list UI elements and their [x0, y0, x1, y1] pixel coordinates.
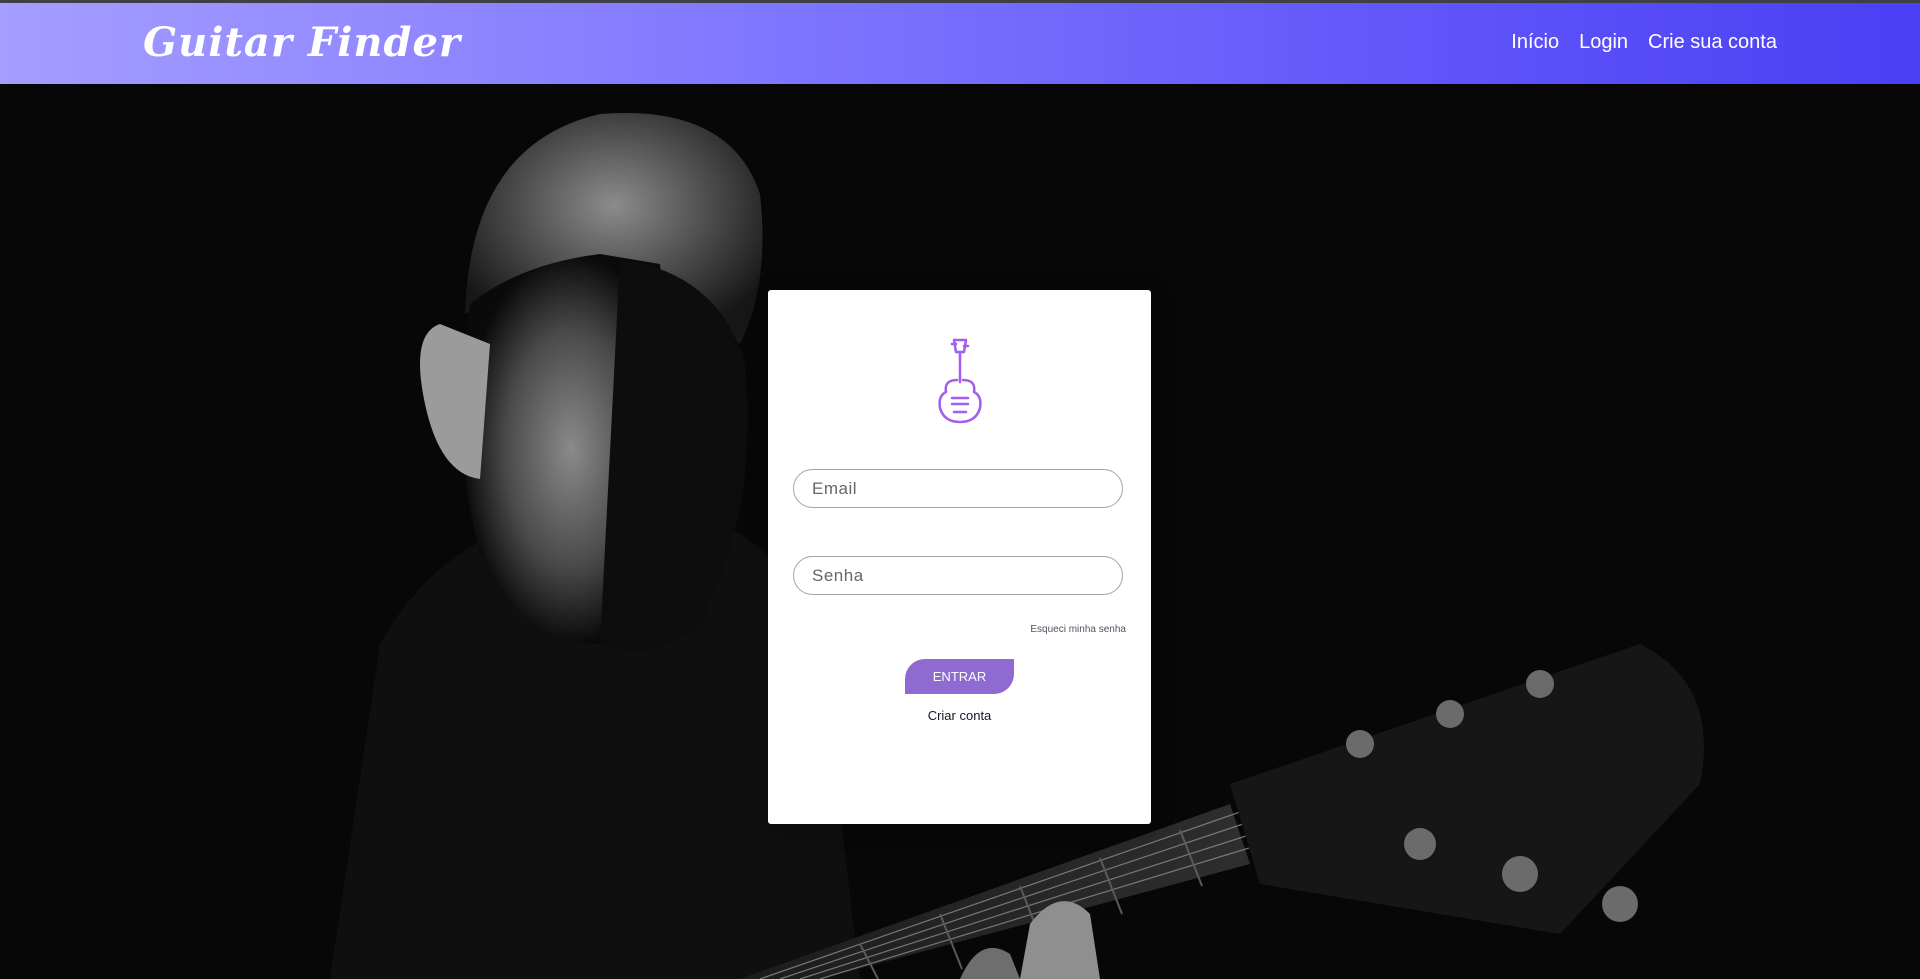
nav-link-crie-sua-conta[interactable]: Crie sua conta: [1648, 31, 1777, 54]
nav-link-inicio[interactable]: Início: [1511, 31, 1559, 54]
login-card: Esqueci minha senha ENTRAR Criar conta: [768, 290, 1151, 824]
nav-links: Início Login Crie sua conta: [1511, 31, 1777, 54]
password-field[interactable]: [793, 556, 1123, 595]
navbar: Guitar Finder Início Login Crie sua cont…: [0, 3, 1920, 84]
forgot-password-link[interactable]: Esqueci minha senha: [1030, 624, 1126, 635]
create-account-link[interactable]: Criar conta: [768, 708, 1151, 723]
nav-link-login[interactable]: Login: [1579, 31, 1628, 54]
email-field[interactable]: [793, 469, 1123, 508]
guitar-icon: [938, 338, 982, 424]
brand-logo[interactable]: Guitar Finder: [143, 19, 461, 66]
login-button[interactable]: ENTRAR: [905, 659, 1014, 694]
